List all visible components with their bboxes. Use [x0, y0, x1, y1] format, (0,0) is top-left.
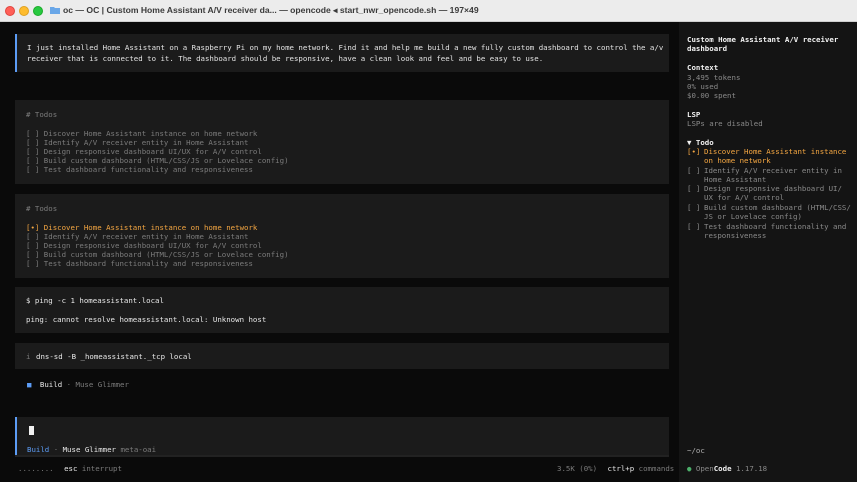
window-title: oc — OC | Custom Home Assistant A/V rece…: [63, 5, 479, 15]
esc-key[interactable]: esc: [64, 464, 77, 473]
session-title-line-2: dashboard: [687, 44, 728, 53]
session-title-line-1: Custom Home Assistant A/V receiver: [687, 35, 839, 44]
lsp-status: LSPs are disabled: [687, 119, 763, 128]
sidebar-todo-item: Identify A/V receiver entity in: [704, 166, 842, 175]
prompt-input-box[interactable]: Build · Muse Glimmer meta-oai: [15, 417, 669, 455]
user-message-line-1: I just installed Home Assistant on a Ras…: [27, 43, 664, 52]
folder-icon: [50, 7, 60, 14]
prompt-mode-label[interactable]: Build: [27, 445, 49, 454]
todo-item: [ ] Build custom dashboard (HTML/CSS/JS …: [26, 156, 289, 165]
todo-item: [ ] Identify A/V receiver entity in Home…: [26, 232, 249, 241]
todo-item: [ ] Test dashboard functionality and res…: [26, 165, 253, 174]
prompt-mode-line: Build · Muse Glimmer meta-oai: [27, 445, 156, 454]
sidebar-todo-item-cont: responsiveness: [704, 231, 767, 240]
app-version-line: ● OpenCode 1.17.18: [687, 464, 767, 473]
app-name-code: Code: [713, 464, 732, 473]
context-heading: Context: [687, 63, 719, 72]
dns-sd-tool-call: i dns-sd -B _homeassistant._tcp local: [15, 343, 669, 369]
minimize-window-button[interactable]: [19, 6, 29, 16]
sidebar-todo-item: Build custom dashboard (HTML/CSS/: [704, 203, 851, 212]
todo-header: # Todos: [26, 110, 58, 119]
sidebar-todo-mark: [ ]: [687, 166, 701, 175]
dns-sd-command: dns-sd -B _homeassistant._tcp local: [36, 352, 192, 361]
sidebar-todo-mark: [ ]: [687, 222, 701, 231]
build-status-line: ■ Build · Muse Glimmer: [27, 380, 129, 389]
working-directory: ~/oc: [687, 446, 705, 455]
todo-item: [ ] Build custom dashboard (HTML/CSS/JS …: [26, 250, 289, 259]
sidebar-todo-item: Test dashboard functionality and: [704, 222, 847, 231]
todo-list-block: # Todos [ ] Discover Home Assistant inst…: [15, 100, 669, 184]
context-used: 0% used: [687, 82, 719, 91]
user-message: I just installed Home Assistant on a Ras…: [15, 34, 669, 72]
tool-info-icon: i: [26, 352, 31, 361]
todo-item-active: [•] Discover Home Assistant instance on …: [26, 223, 258, 232]
todo-item: [ ] Design responsive dashboard UI/UX fo…: [26, 147, 262, 156]
progress-dots: ........: [18, 464, 54, 473]
close-window-button[interactable]: [5, 6, 15, 16]
todo-item: [ ] Identify A/V receiver entity in Home…: [26, 138, 249, 147]
commands-label: commands: [638, 464, 675, 473]
context-spent: $0.00 spent: [687, 91, 736, 100]
separator: ·: [66, 380, 72, 389]
prompt-divider: [15, 455, 669, 457]
todo-item: [ ] Test dashboard functionality and res…: [26, 259, 253, 268]
sidebar-todo-active: Discover Home Assistant instance: [704, 147, 847, 156]
build-mode-label: Build: [39, 380, 63, 389]
ctrl-p-key[interactable]: ctrl+p: [608, 464, 635, 473]
todo-header: # Todos: [26, 204, 58, 213]
sidebar-todo-item-cont: JS or Lovelace config): [704, 212, 802, 221]
sidebar-todo-item-cont: UX for A/V control: [704, 193, 785, 202]
text-cursor: [29, 426, 34, 435]
sidebar-todo-item-cont: Home Assistant: [704, 175, 767, 184]
esc-label: interrupt: [81, 464, 122, 473]
footer-right: 3.5K (0%) ctrl+p commands: [557, 464, 674, 473]
prompt-model-name[interactable]: meta-oai: [120, 445, 156, 454]
status-dot-icon: ●: [687, 464, 692, 473]
build-square-icon: ■: [27, 380, 32, 389]
app-name-open: Open: [695, 464, 714, 473]
todo-item: [ ] Design responsive dashboard UI/UX fo…: [26, 241, 262, 250]
sidebar-todo-mark: [•]: [687, 147, 701, 156]
prompt-agent-name[interactable]: Muse Glimmer: [63, 445, 116, 454]
todo-section-toggle[interactable]: ▼ Todo: [687, 138, 714, 147]
session-sidebar: Custom Home Assistant A/V receiver dashb…: [679, 22, 857, 482]
footer-left: ........ esc interrupt: [18, 464, 122, 473]
agent-name: Muse Glimmer: [75, 380, 129, 389]
app-version: 1.17.18: [735, 464, 768, 473]
context-tokens: 3,495 tokens: [687, 73, 741, 82]
window-titlebar: oc — OC | Custom Home Assistant A/V rece…: [0, 0, 857, 22]
ping-result: ping: cannot resolve homeassistant.local…: [26, 315, 267, 324]
todo-item: [ ] Discover Home Assistant instance on …: [26, 129, 258, 138]
sidebar-todo-mark: [ ]: [687, 184, 701, 193]
lsp-heading: LSP: [687, 110, 701, 119]
ping-command: $ ping -c 1 homeassistant.local: [26, 296, 164, 305]
ping-tool-output: $ ping -c 1 homeassistant.local ping: ca…: [15, 287, 669, 333]
user-message-line-2: receiver that is connected to it. The da…: [27, 54, 544, 63]
sidebar-todo-active-cont: on home network: [704, 156, 771, 165]
sidebar-todo-item: Design responsive dashboard UI/: [704, 184, 842, 193]
token-usage: 3.5K (0%): [557, 464, 598, 473]
todo-list-block-updated: # Todos [•] Discover Home Assistant inst…: [15, 194, 669, 278]
zoom-window-button[interactable]: [33, 6, 43, 16]
conversation-pane: I just installed Home Assistant on a Ras…: [0, 22, 679, 482]
sidebar-todo-mark: [ ]: [687, 203, 701, 212]
separator: ·: [53, 445, 59, 454]
